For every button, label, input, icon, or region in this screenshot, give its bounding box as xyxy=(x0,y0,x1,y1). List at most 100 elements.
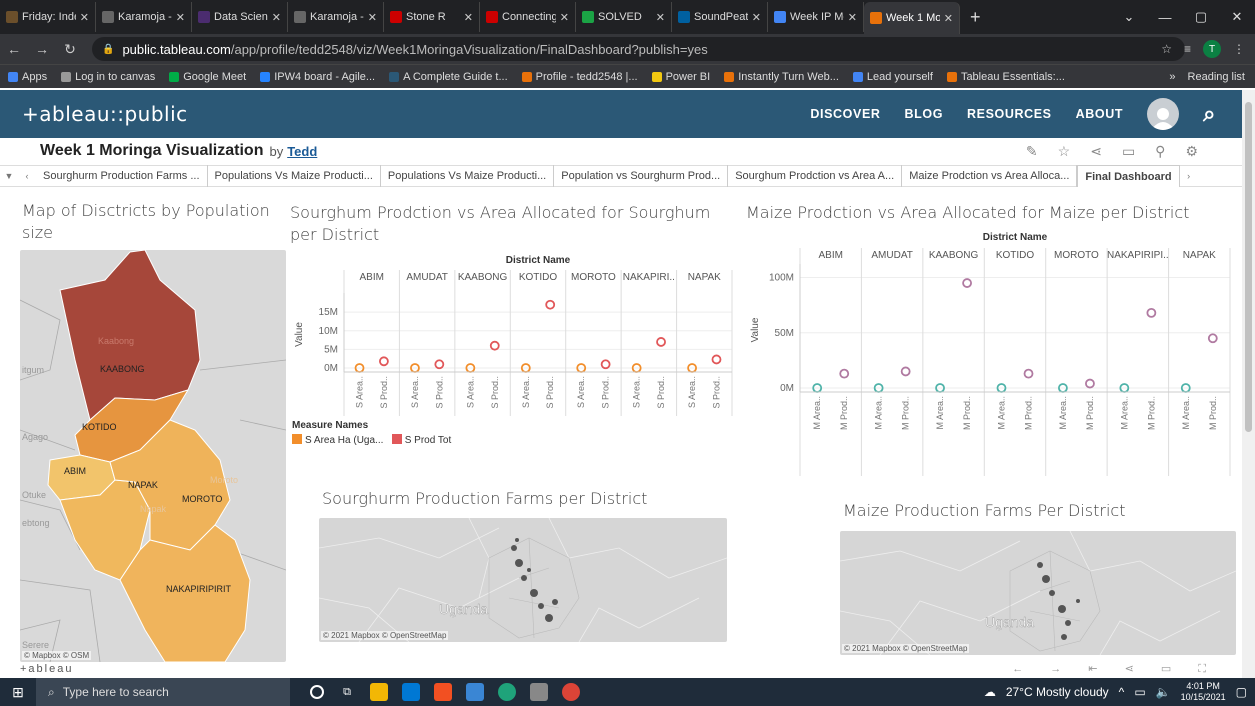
more-bookmarks-icon[interactable]: » xyxy=(1169,71,1175,83)
browser-tab[interactable]: SOLVED ✕ xyxy=(576,2,672,32)
tab-close-icon[interactable]: ✕ xyxy=(368,11,377,24)
tab-close-icon[interactable]: ✕ xyxy=(848,11,857,24)
sorghum-chart[interactable]: District Name Value 0M 5M 10M 15M ABIM S Area..… xyxy=(288,248,734,428)
menu-icon[interactable]: ⋮ xyxy=(1233,42,1245,56)
extensions-icon[interactable]: ≡ xyxy=(1184,42,1191,56)
minimize-button[interactable]: — xyxy=(1147,10,1183,25)
scrollbar-thumb[interactable] xyxy=(1245,102,1252,432)
url-field[interactable]: 🔒 public.tableau.com /app/profile/tedd25… xyxy=(92,37,1185,61)
windows-start-icon[interactable]: ⊞ xyxy=(0,684,36,701)
tab-close-icon[interactable]: ✕ xyxy=(272,11,281,24)
bookmark-item[interactable]: Lead yourself xyxy=(852,71,933,83)
calendar-icon[interactable] xyxy=(466,683,484,701)
tab-close-icon[interactable]: ✕ xyxy=(656,11,665,24)
bookmark-item[interactable]: Log in to canvas xyxy=(61,71,155,83)
bookmark-item[interactable]: Instantly Turn Web... xyxy=(724,71,839,83)
nav-blog[interactable]: BLOG xyxy=(905,107,944,121)
tab-close-icon[interactable]: ✕ xyxy=(560,11,569,24)
tray-chevron-icon[interactable]: ^ xyxy=(1119,685,1125,699)
favorite-icon[interactable]: ☆ xyxy=(1058,143,1071,160)
search-icon[interactable]: ⌕ xyxy=(1203,101,1216,127)
star-icon[interactable]: ☆ xyxy=(1161,42,1172,56)
back-icon[interactable]: ← xyxy=(0,41,28,57)
sorghum-farms-map[interactable]: Uganda © 2021 Mapbox © OpenStreetMap xyxy=(319,518,727,642)
profile-avatar[interactable]: T xyxy=(1203,40,1221,58)
bookmark-item[interactable]: Profile - tedd2548 |... xyxy=(521,71,638,83)
close-window-button[interactable]: ✕ xyxy=(1219,9,1255,25)
browser-tab[interactable]: Stone R ✕ xyxy=(384,2,480,32)
nav-discover[interactable]: DISCOVER xyxy=(810,107,880,121)
bookmark-item[interactable]: A Complete Guide t... xyxy=(389,71,508,83)
task-view-icon[interactable]: ⧉ xyxy=(338,683,356,701)
browser-tab[interactable]: Karamoja - ✕ xyxy=(288,2,384,32)
edit-icon[interactable]: ✎ xyxy=(1026,143,1038,160)
browser-tab[interactable]: Connecting ✕ xyxy=(480,2,576,32)
footer-controls[interactable]: ← → ⇤ ⋖ ▭ ⛶ xyxy=(1012,662,1218,676)
mail-icon[interactable] xyxy=(402,683,420,701)
reload-icon[interactable]: ↻ xyxy=(56,41,84,58)
chrome-icon[interactable] xyxy=(562,683,580,701)
edge-icon[interactable] xyxy=(498,683,516,701)
sheet-tab[interactable]: Population vs Sourghurm Prod... xyxy=(554,165,729,187)
sheet-prev-icon[interactable]: ‹ xyxy=(18,171,36,181)
badge-icon[interactable]: ⚲ xyxy=(1155,143,1165,160)
tab-close-icon[interactable]: ✕ xyxy=(464,11,473,24)
profile-dropdown-icon[interactable]: ⌄ xyxy=(1111,9,1147,25)
browser-tab[interactable]: SoundPeats ✕ xyxy=(672,2,768,32)
browser-tab[interactable]: Karamoja - ✕ xyxy=(96,2,192,32)
notifications-icon[interactable]: ▢ xyxy=(1236,685,1247,699)
bookmark-item[interactable]: Tableau Essentials:... xyxy=(946,71,1065,83)
settings-icon[interactable]: ⚙ xyxy=(1185,143,1198,160)
share-icon[interactable]: ⋖ xyxy=(1090,143,1102,160)
taskbar-search[interactable]: ⌕ Type here to search xyxy=(36,678,290,706)
volume-icon[interactable]: 🔈 xyxy=(1156,685,1171,699)
weather-text[interactable]: 27°C Mostly cloudy xyxy=(1006,685,1109,699)
browser-tab[interactable]: Week 1 Mo ✕ xyxy=(864,2,960,34)
tab-close-icon[interactable]: ✕ xyxy=(80,11,89,24)
page-scrollbar[interactable] xyxy=(1242,90,1255,678)
clock[interactable]: 4:01 PM 10/15/2021 xyxy=(1181,681,1226,703)
cortana-icon[interactable] xyxy=(310,685,324,699)
maize-chart[interactable]: District Name Value 0M 50M 100M ABIM M Area.. M… xyxy=(744,228,1232,478)
comment-icon[interactable]: ▭ xyxy=(1122,143,1135,160)
forward-icon[interactable]: → xyxy=(28,41,56,57)
tab-close-icon[interactable]: ✕ xyxy=(944,12,953,25)
tab-close-icon[interactable]: ✕ xyxy=(176,11,185,24)
sub-category-label: S Prod.. xyxy=(601,376,611,409)
sheet-list-dropdown-icon[interactable]: ▼ xyxy=(0,171,18,181)
tableau-public-logo[interactable]: +ableau::public xyxy=(22,102,188,126)
bookmark-item[interactable]: Apps xyxy=(8,71,47,83)
legend-item-s-area[interactable]: S Area Ha (Uga... xyxy=(292,434,383,446)
sheet-tab[interactable]: Populations Vs Maize Producti... xyxy=(208,165,381,187)
sheet-tab[interactable]: Populations Vs Maize Producti... xyxy=(381,165,555,187)
legend-item-s-prod[interactable]: S Prod Tot xyxy=(391,434,451,446)
nav-resources[interactable]: RESOURCES xyxy=(967,107,1052,121)
sheet-next-icon[interactable]: › xyxy=(1180,171,1198,181)
tab-label: Karamoja - xyxy=(310,11,364,23)
file-explorer-icon[interactable] xyxy=(370,683,388,701)
sheet-tab[interactable]: Sourghurm Production Farms ... xyxy=(36,165,208,187)
bookmark-item[interactable]: Power BI xyxy=(651,71,710,83)
tab-close-icon[interactable]: ✕ xyxy=(752,11,761,24)
sheet-tab[interactable]: Final Dashboard xyxy=(1077,165,1180,187)
new-tab-button[interactable]: + xyxy=(960,7,991,28)
network-icon[interactable]: ▭ xyxy=(1134,685,1145,699)
nav-about[interactable]: ABOUT xyxy=(1076,107,1123,121)
sheet-tab[interactable]: Sourghum Prodction vs Area A... xyxy=(728,165,903,187)
reading-list-button[interactable]: Reading list xyxy=(1188,71,1245,83)
sheet-tab[interactable]: Maize Prodction vs Area Alloca... xyxy=(902,165,1078,187)
user-avatar[interactable] xyxy=(1147,98,1180,130)
district-map[interactable]: KAABONG KOTIDO ABIM NAPAK MOROTO NAKAPIR… xyxy=(20,250,286,662)
browser-tab[interactable]: Data Scienc ✕ xyxy=(192,2,288,32)
browser-tab[interactable]: Friday: Inde ✕ xyxy=(0,2,96,32)
bookmark-item[interactable]: Google Meet xyxy=(169,71,246,83)
maize-farms-map[interactable]: Uganda © 2021 Mapbox © OpenStreetMap xyxy=(840,531,1236,655)
author-link[interactable]: Tedd xyxy=(287,144,317,159)
browser-tab[interactable]: Week IP Mc ✕ xyxy=(768,2,864,32)
bookmark-item[interactable]: IPW4 board - Agile... xyxy=(260,71,375,83)
tableau-footer-logo[interactable]: +ableau xyxy=(20,663,73,675)
app-icon[interactable] xyxy=(530,683,548,701)
sub-category-label: M Prod.. xyxy=(1024,396,1034,430)
maximize-button[interactable]: ▢ xyxy=(1183,9,1219,25)
store-icon[interactable] xyxy=(434,683,452,701)
